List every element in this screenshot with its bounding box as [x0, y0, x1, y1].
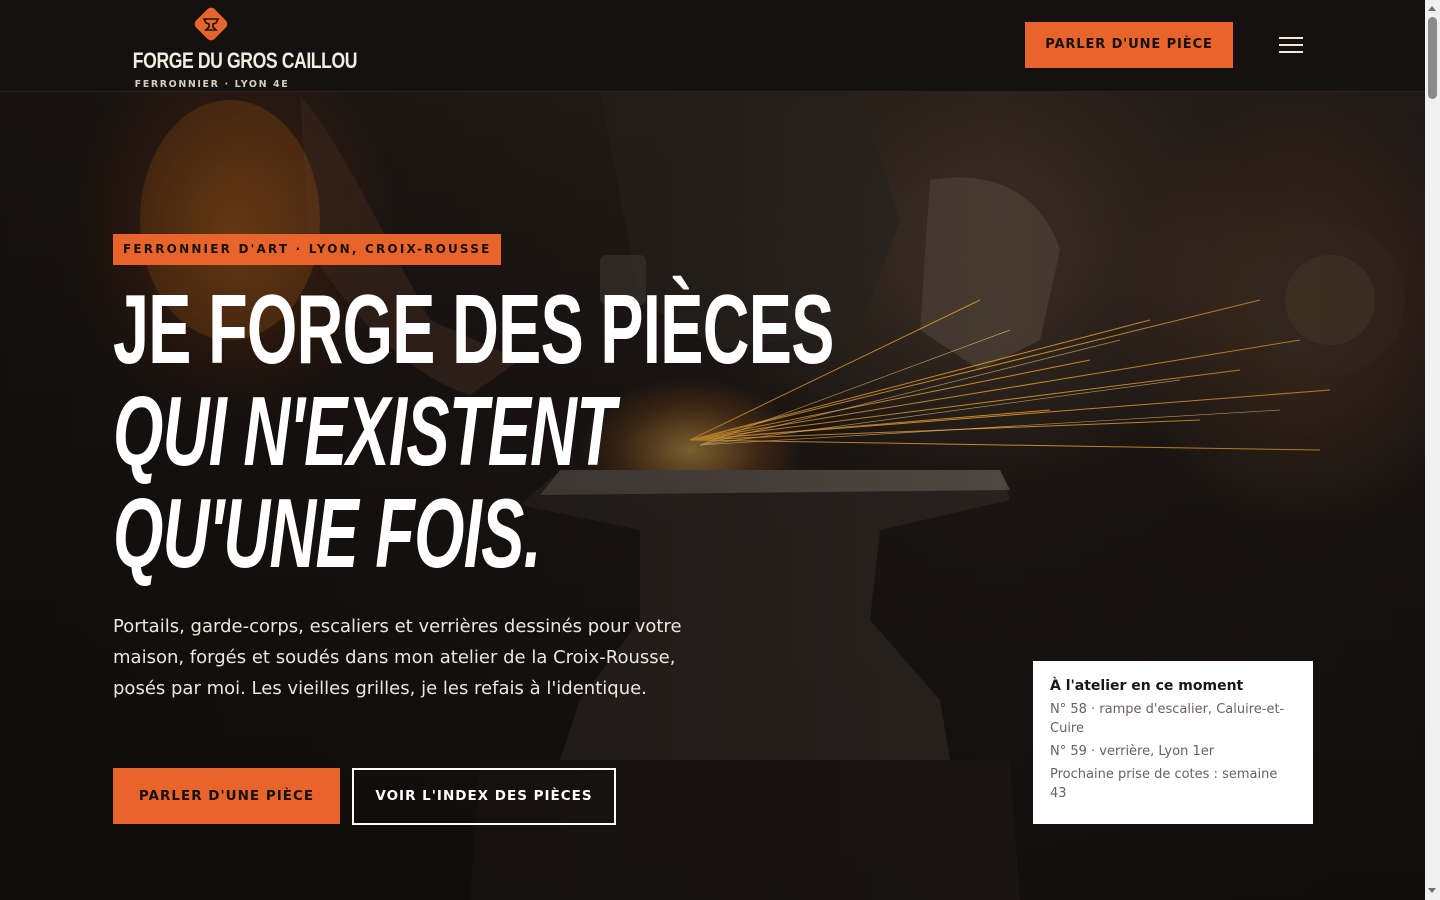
logo[interactable]: FORGE DU GROS CAILLOU FERRONNIER · LYON … [113, 0, 358, 91]
logo-name: FORGE DU GROS CAILLOU [132, 48, 358, 73]
atelier-card-title: À l'atelier en ce moment [1050, 678, 1244, 694]
anvil-icon [194, 7, 228, 41]
hamburger-menu-icon[interactable] [1275, 32, 1307, 58]
headline-line-2: QUI N'EXISTENT [113, 376, 616, 486]
index-pieces-button[interactable]: VOIR L'INDEX DES PIÈCES [352, 768, 616, 825]
page: FORGE DU GROS CAILLOU FERRONNIER · LYON … [0, 0, 1440, 900]
logo-tagline: FERRONNIER · LYON 4E [134, 79, 290, 90]
header-cta-button[interactable]: PARLER D'UNE PIÈCE [1025, 22, 1233, 68]
page-scrollbar[interactable] [1425, 0, 1440, 900]
headline-line-1: JE FORGE DES PIÈCES [113, 274, 834, 384]
scroll-up-arrow-icon[interactable] [1428, 6, 1436, 11]
hero-lead-paragraph: Portails, garde-corps, escaliers et verr… [113, 616, 682, 699]
headline-line-3: QU'UNE FOIS. [113, 478, 542, 588]
atelier-status-card: À l'atelier en ce moment N° 58 · rampe d… [1033, 661, 1313, 824]
scrollbar-thumb[interactable] [1428, 17, 1437, 99]
site-header: FORGE DU GROS CAILLOU FERRONNIER · LYON … [0, 0, 1425, 92]
hero-headline: JE FORGE DES PIÈCES QUI N'EXISTENT QU'UN… [113, 278, 1205, 584]
atelier-card-item: N° 59 · verrière, Lyon 1er [1050, 744, 1215, 759]
hero-eyebrow-badge: FERRONNIER D'ART · LYON, CROIX-ROUSSE [113, 234, 502, 265]
atelier-card-item: Prochaine prise de cotes : semaine 43 [1050, 767, 1278, 801]
atelier-card-item: N° 58 · rampe d'escalier, Caluire-et-Cui… [1050, 702, 1285, 736]
parler-piece-button[interactable]: PARLER D'UNE PIÈCE [113, 768, 340, 824]
scroll-down-arrow-icon[interactable] [1428, 888, 1436, 893]
